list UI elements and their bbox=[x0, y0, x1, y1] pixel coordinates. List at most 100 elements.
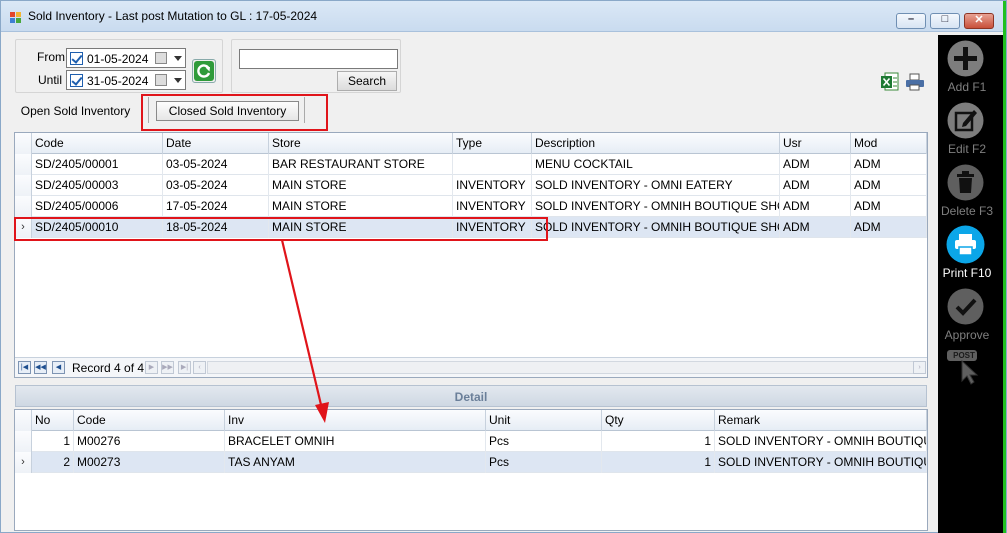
col-code[interactable]: Code bbox=[74, 410, 225, 431]
cell-unit[interactable]: Pcs bbox=[486, 452, 602, 473]
window-edge bbox=[1003, 1, 1006, 533]
col-description[interactable]: Description bbox=[532, 133, 780, 154]
col-mod[interactable]: Mod bbox=[851, 133, 927, 154]
col-inv[interactable]: Inv bbox=[225, 410, 486, 431]
chevron-down-icon[interactable] bbox=[174, 78, 182, 83]
table-row[interactable]: SD/2405/00001 03-05-2024 BAR RESTAURANT ST… bbox=[15, 154, 927, 175]
until-checkbox[interactable] bbox=[70, 74, 83, 87]
next-page-button[interactable]: ▶▶ bbox=[161, 361, 174, 374]
row-indicator[interactable] bbox=[15, 154, 32, 175]
row-indicator-header bbox=[15, 410, 32, 431]
prev-page-button[interactable]: ◀◀ bbox=[34, 361, 47, 374]
calendar-icon[interactable] bbox=[155, 74, 167, 86]
col-unit[interactable]: Unit bbox=[486, 410, 602, 431]
row-indicator[interactable] bbox=[15, 431, 32, 452]
prev-record-button[interactable]: ◀ bbox=[52, 361, 65, 374]
detail-grid[interactable]: No Code Inv Unit Qty Remark 1 M00276 BRACE… bbox=[14, 409, 928, 531]
from-checkbox[interactable] bbox=[70, 52, 83, 65]
cell-code[interactable]: SD/2405/00006 bbox=[32, 196, 163, 217]
search-button[interactable]: Search bbox=[337, 71, 397, 91]
cell-type[interactable]: INVENTORY bbox=[453, 175, 532, 196]
cell-inv[interactable]: BRACELET OMNIH bbox=[225, 431, 486, 452]
cell-description[interactable]: SOLD INVENTORY - OMNIH BOUTIQUE SHOP bbox=[532, 217, 780, 238]
cell-description[interactable]: MENU COCKTAIL bbox=[532, 154, 780, 175]
refresh-button[interactable] bbox=[192, 59, 216, 83]
cell-type[interactable]: INVENTORY bbox=[453, 196, 532, 217]
col-type[interactable]: Type bbox=[453, 133, 532, 154]
first-record-button[interactable]: |◀ bbox=[18, 361, 31, 374]
cell-usr[interactable]: ADM bbox=[780, 196, 851, 217]
post-button[interactable]: POST bbox=[938, 349, 1004, 389]
printer-icon[interactable] bbox=[905, 73, 925, 91]
cell-usr[interactable]: ADM bbox=[780, 217, 851, 238]
col-qty[interactable]: Qty bbox=[602, 410, 715, 431]
scroll-right-button[interactable]: › bbox=[913, 361, 926, 374]
scroll-left-button[interactable]: ‹ bbox=[193, 361, 206, 374]
check-icon bbox=[947, 288, 984, 325]
delete-button[interactable]: Delete F3 bbox=[938, 163, 1004, 219]
add-button[interactable]: Add F1 bbox=[938, 39, 1004, 95]
col-usr[interactable]: Usr bbox=[780, 133, 851, 154]
cell-date[interactable]: 03-05-2024 bbox=[163, 154, 269, 175]
cell-unit[interactable]: Pcs bbox=[486, 431, 602, 452]
next-record-button[interactable]: ▶ bbox=[145, 361, 158, 374]
cell-qty[interactable]: 1 bbox=[602, 452, 715, 473]
row-indicator[interactable] bbox=[15, 175, 32, 196]
cell-description[interactable]: SOLD INVENTORY - OMNIH BOUTIQUE SHOP bbox=[532, 196, 780, 217]
row-indicator[interactable] bbox=[15, 196, 32, 217]
col-remark[interactable]: Remark bbox=[715, 410, 927, 431]
cell-mod[interactable]: ADM bbox=[851, 154, 927, 175]
col-date[interactable]: Date bbox=[163, 133, 269, 154]
excel-export-icon[interactable] bbox=[881, 72, 899, 92]
post-label: POST bbox=[953, 351, 975, 360]
app-icon bbox=[10, 12, 21, 23]
from-date-picker[interactable]: 01-05-2024 bbox=[66, 48, 186, 68]
table-row[interactable]: SD/2405/00003 03-05-2024 MAIN STORE INVENTO… bbox=[15, 175, 927, 196]
cell-no[interactable]: 1 bbox=[32, 431, 74, 452]
cell-date[interactable]: 17-05-2024 bbox=[163, 196, 269, 217]
cell-remark[interactable]: SOLD INVENTORY - OMNIH BOUTIQUE S... bbox=[715, 431, 927, 452]
row-indicator[interactable]: › bbox=[15, 452, 32, 473]
row-indicator-header bbox=[15, 133, 32, 154]
calendar-icon[interactable] bbox=[155, 52, 167, 64]
record-counter: Record 4 of 4 bbox=[72, 361, 145, 375]
table-row[interactable]: SD/2405/00006 17-05-2024 MAIN STORE INVENTO… bbox=[15, 196, 927, 217]
cell-usr[interactable]: ADM bbox=[780, 175, 851, 196]
close-button[interactable]: ✕ bbox=[964, 13, 994, 29]
cell-inv[interactable]: TAS ANYAM bbox=[225, 452, 486, 473]
col-code[interactable]: Code bbox=[32, 133, 163, 154]
cell-store[interactable]: MAIN STORE bbox=[269, 175, 453, 196]
chevron-down-icon[interactable] bbox=[174, 56, 182, 61]
last-record-button[interactable]: ▶| bbox=[178, 361, 191, 374]
cell-date[interactable]: 03-05-2024 bbox=[163, 175, 269, 196]
until-date-picker[interactable]: 31-05-2024 bbox=[66, 70, 186, 90]
cell-store[interactable]: BAR RESTAURANT STORE bbox=[269, 154, 453, 175]
cell-no[interactable]: 2 bbox=[32, 452, 74, 473]
minimize-button[interactable]: – bbox=[896, 13, 926, 29]
maximize-button[interactable]: □ bbox=[930, 13, 960, 29]
cell-mod[interactable]: ADM bbox=[851, 217, 927, 238]
cell-code[interactable]: M00276 bbox=[74, 431, 225, 452]
cell-usr[interactable]: ADM bbox=[780, 154, 851, 175]
col-no[interactable]: No bbox=[32, 410, 74, 431]
tab-open-sold-inventory[interactable]: Open Sold Inventory bbox=[18, 101, 133, 121]
table-row[interactable]: › 2 M00273 TAS ANYAM Pcs 1 SOLD INVENTORY - OM… bbox=[15, 452, 927, 473]
print-button[interactable]: Print F10 bbox=[938, 225, 1004, 281]
cell-description[interactable]: SOLD INVENTORY - OMNI EATERY bbox=[532, 175, 780, 196]
cell-code[interactable]: SD/2405/00001 bbox=[32, 154, 163, 175]
cell-qty[interactable]: 1 bbox=[602, 431, 715, 452]
until-label: Until bbox=[38, 73, 63, 87]
cell-remark[interactable]: SOLD INVENTORY - OMNIH BOUTIQUE S... bbox=[715, 452, 927, 473]
cell-type[interactable] bbox=[453, 154, 532, 175]
cell-mod[interactable]: ADM bbox=[851, 175, 927, 196]
cell-code[interactable]: SD/2405/00003 bbox=[32, 175, 163, 196]
approve-button[interactable]: Approve bbox=[938, 287, 1004, 343]
edit-button[interactable]: Edit F2 bbox=[938, 101, 1004, 157]
search-input[interactable] bbox=[239, 49, 398, 69]
table-row[interactable]: 1 M00276 BRACELET OMNIH Pcs 1 SOLD INVENTORY … bbox=[15, 431, 927, 452]
cell-code[interactable]: M00273 bbox=[74, 452, 225, 473]
sold-inventory-grid[interactable]: Code Date Store Type Description Usr Mod… bbox=[14, 132, 928, 378]
col-store[interactable]: Store bbox=[269, 133, 453, 154]
cell-mod[interactable]: ADM bbox=[851, 196, 927, 217]
cell-store[interactable]: MAIN STORE bbox=[269, 196, 453, 217]
